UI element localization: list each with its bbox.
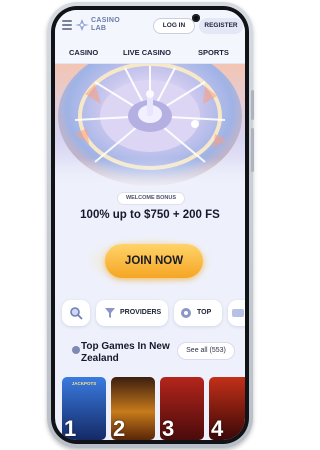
providers-icon	[105, 308, 115, 318]
game-tile-2[interactable]: 2	[111, 377, 155, 440]
phone-screen: CASINO LAB LOG IN REGISTER CASINO LIVE C…	[55, 10, 245, 440]
join-now-button[interactable]: JOIN NOW	[105, 244, 203, 278]
nav-item-sports[interactable]: SPORTS	[198, 48, 229, 57]
phone-side-button	[251, 128, 254, 172]
search-button[interactable]	[62, 300, 90, 326]
top-label: TOP	[197, 309, 212, 316]
game-tile-3[interactable]: 3	[160, 377, 204, 440]
more-filter-button[interactable]	[228, 300, 245, 326]
top-filter-button[interactable]: TOP	[174, 300, 222, 326]
hero-roulette-image	[55, 64, 245, 188]
providers-filter-button[interactable]: PROVIDERS	[96, 300, 168, 326]
login-button[interactable]: LOG IN	[153, 18, 195, 34]
top-games-title: Top Games In New Zealand	[81, 341, 170, 364]
providers-label: PROVIDERS	[120, 309, 162, 316]
site-header: CASINO LAB LOG IN REGISTER	[55, 10, 245, 40]
game-rank-number: 3	[162, 416, 175, 440]
game-tile-4[interactable]: 4	[209, 377, 245, 440]
main-nav: CASINO LIVE CASINO SPORTS	[55, 40, 245, 64]
game-rank-number: 4	[211, 416, 224, 440]
welcome-bonus-badge: WELCOME BONUS	[117, 192, 185, 205]
phone-side-button	[251, 90, 254, 120]
top-icon	[181, 308, 191, 318]
game-rank-number: 1	[64, 416, 77, 440]
logo-line-2: LAB	[91, 25, 107, 32]
nav-item-casino[interactable]: CASINO	[69, 48, 98, 57]
see-all-button[interactable]: See all (553)	[177, 342, 235, 360]
bonus-offer-text: 100% up to $750 + 200 FS	[80, 209, 220, 221]
category-icon	[232, 309, 244, 317]
game-rank-number: 2	[113, 416, 126, 440]
logo-line-1: CASINO	[91, 17, 121, 24]
hero-fade	[55, 158, 245, 188]
logo-text[interactable]: CASINO LAB	[91, 17, 120, 33]
games-section-icon	[72, 346, 80, 354]
front-camera	[192, 14, 200, 22]
register-button[interactable]: REGISTER	[199, 18, 243, 34]
phone-frame: CASINO LAB LOG IN REGISTER CASINO LIVE C…	[47, 2, 254, 448]
nav-item-live-casino[interactable]: LIVE CASINO	[123, 48, 171, 57]
casino-lab-logo-icon	[75, 19, 89, 31]
search-icon	[70, 307, 83, 320]
game-tile-1[interactable]: JACKPOTS 1	[62, 377, 106, 440]
menu-icon[interactable]	[62, 20, 72, 30]
game-tile-name: JACKPOTS	[71, 381, 97, 386]
